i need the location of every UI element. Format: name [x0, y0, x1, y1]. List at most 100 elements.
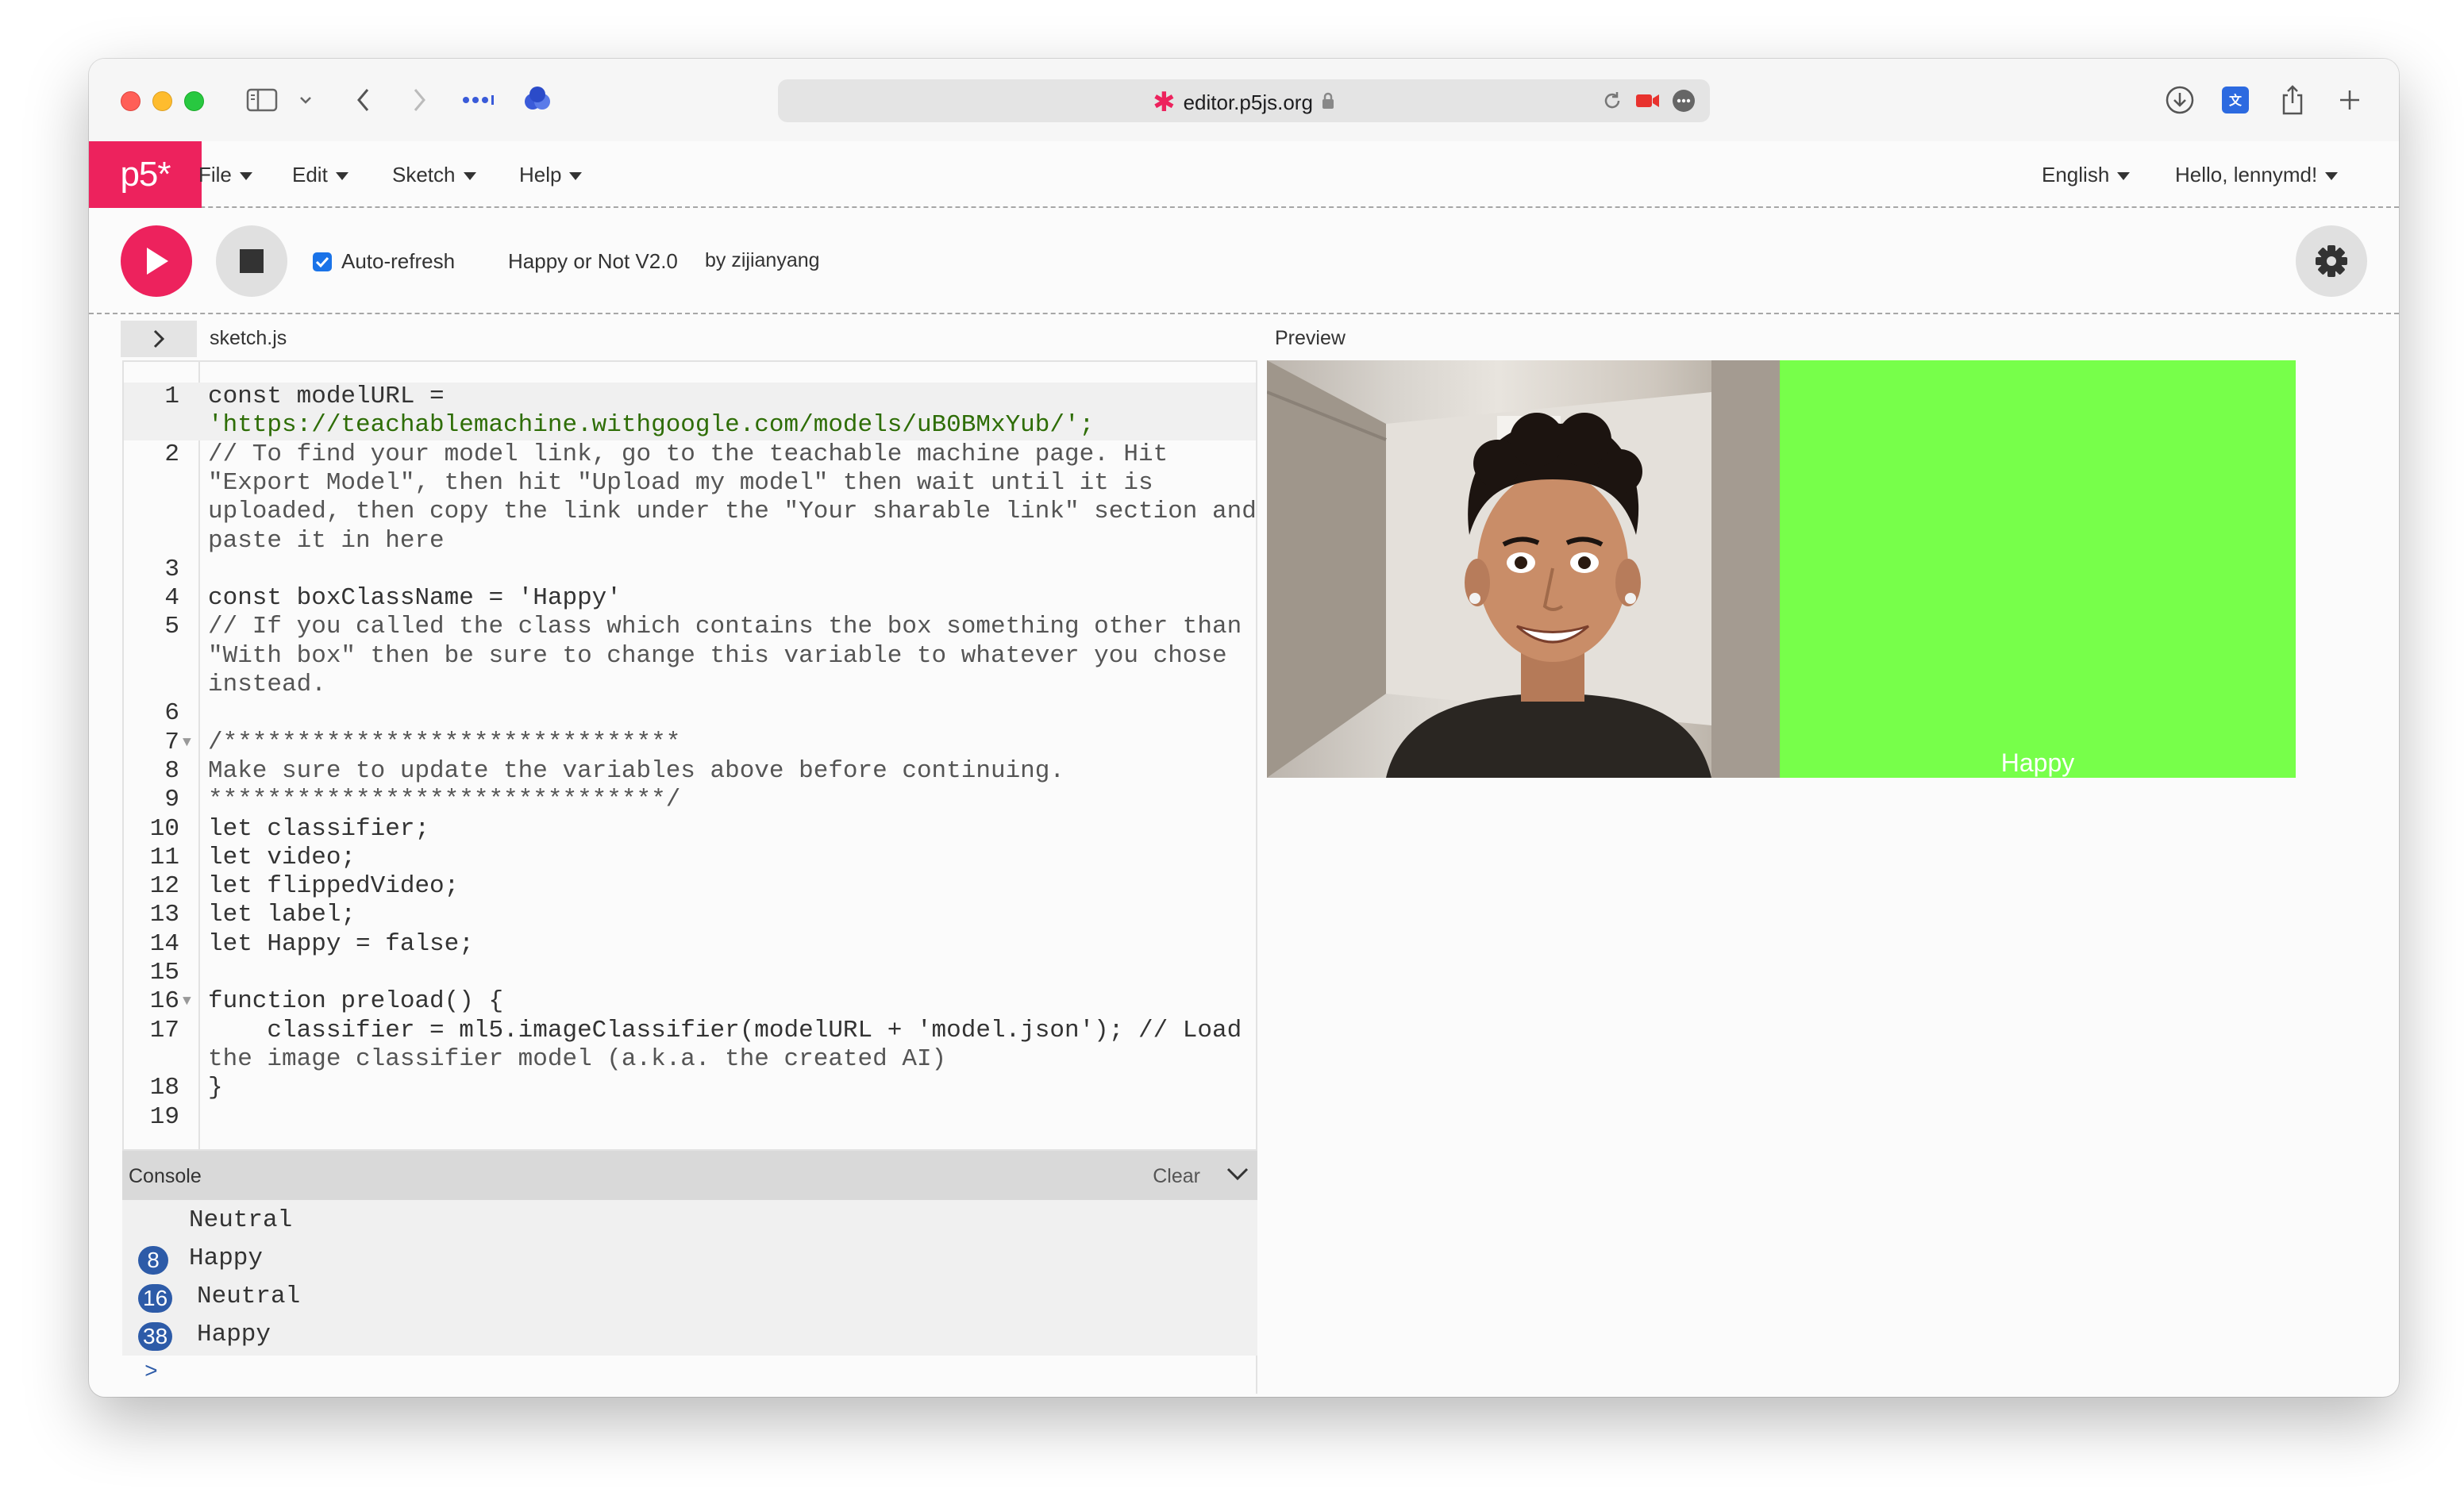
- back-icon[interactable]: [348, 83, 379, 117]
- code-line[interactable]: instead.: [124, 671, 1256, 699]
- extension-dots-icon[interactable]: [459, 83, 499, 117]
- language-menu[interactable]: English: [2042, 141, 2131, 208]
- play-button[interactable]: [121, 225, 192, 297]
- code-text: let video;: [208, 843, 356, 871]
- code-line[interactable]: "Export Model", then hit "Upload my mode…: [124, 469, 1256, 498]
- lock-icon: [1321, 81, 1335, 124]
- download-icon[interactable]: [2162, 83, 2197, 117]
- line-number: 9: [164, 786, 179, 814]
- collapse-console-icon[interactable]: [1226, 1165, 1249, 1187]
- code-text: classifier = ml5.imageClassifier(modelUR…: [208, 1016, 1242, 1044]
- close-window-button[interactable]: [121, 91, 141, 111]
- new-tab-icon[interactable]: [2332, 83, 2367, 117]
- preview-canvas[interactable]: Happy: [1267, 360, 2296, 778]
- auto-refresh-toggle[interactable]: Auto-refresh: [313, 249, 455, 274]
- line-number: 18: [149, 1074, 179, 1102]
- play-icon: [147, 248, 168, 275]
- menu-file[interactable]: File: [198, 141, 252, 208]
- code-editor[interactable]: 1 const modelURL ='https://teachablemachi…: [122, 360, 1257, 1151]
- svg-text:文: 文: [2229, 93, 2243, 108]
- stop-button[interactable]: [216, 225, 287, 297]
- code-text: Make sure to update the variables above …: [208, 756, 1065, 785]
- code-line[interactable]: 11 let video;: [124, 844, 1256, 872]
- code-line[interactable]: 7 ▼ /*******************************: [124, 729, 1256, 757]
- code-line[interactable]: the image classifier model (a.k.a. the c…: [124, 1045, 1256, 1074]
- code-line[interactable]: 3: [124, 556, 1256, 584]
- auto-refresh-checkbox[interactable]: [313, 252, 332, 271]
- forward-icon[interactable]: [403, 83, 435, 117]
- code-line[interactable]: 12 let flippedVideo;: [124, 872, 1256, 901]
- line-number: 3: [164, 555, 179, 583]
- console-count-badge: 8: [138, 1246, 168, 1275]
- expand-sidebar-button[interactable]: [121, 321, 197, 357]
- menu-edit[interactable]: Edit: [292, 141, 348, 208]
- chevron-right-icon: [153, 329, 165, 348]
- code-line[interactable]: paste it in here: [124, 527, 1256, 556]
- address-text: editor.p5js.org: [1183, 90, 1313, 115]
- line-number: 16: [149, 987, 179, 1016]
- code-text: // To find your model link, go to the te…: [208, 440, 1168, 468]
- code-text: const modelURL =: [208, 383, 445, 410]
- menu-help[interactable]: Help: [519, 141, 583, 208]
- code-line[interactable]: 'https://teachablemachine.withgoogle.com…: [124, 411, 1256, 440]
- user-menu[interactable]: Hello, lennymd!: [2175, 141, 2339, 208]
- code-text: paste it in here: [208, 526, 445, 555]
- stop-icon: [240, 249, 264, 273]
- code-text: let flippedVideo;: [208, 872, 460, 901]
- code-text: /*******************************: [208, 728, 681, 756]
- console-prompt: >: [144, 1360, 158, 1385]
- line-number: 14: [149, 929, 179, 958]
- minimize-window-button[interactable]: [152, 91, 172, 111]
- reload-icon[interactable]: [1602, 90, 1623, 115]
- code-line[interactable]: 6: [124, 699, 1256, 728]
- code-line[interactable]: 9 *******************************/: [124, 786, 1256, 814]
- menu-sketch[interactable]: Sketch: [392, 141, 476, 208]
- code-line[interactable]: 8 Make sure to update the variables above…: [124, 757, 1256, 786]
- fold-arrow-icon[interactable]: ▼: [183, 729, 191, 757]
- code-line[interactable]: 17 classifier = ml5.imageClassifier(mode…: [124, 1017, 1256, 1045]
- p5-logo[interactable]: p5*: [89, 141, 202, 208]
- sidebar-toggle-icon[interactable]: [244, 83, 279, 117]
- settings-button[interactable]: [2296, 225, 2367, 297]
- code-text: instead.: [208, 671, 326, 698]
- caret-down-icon: [335, 172, 348, 181]
- webcam-video: [1267, 360, 1781, 778]
- translate-extension-icon[interactable]: 文: [2218, 83, 2253, 117]
- code-line[interactable]: 18}: [124, 1074, 1256, 1102]
- console-count-badge: 16: [138, 1284, 173, 1313]
- code-text: uploaded, then copy the link under the "…: [208, 498, 1257, 526]
- code-line[interactable]: "With box" then be sure to change this v…: [124, 642, 1256, 671]
- console-input[interactable]: >: [122, 1356, 1257, 1394]
- line-number: 6: [164, 699, 179, 728]
- share-icon[interactable]: [2275, 83, 2310, 117]
- code-line[interactable]: 16 ▼ function preload() {: [124, 987, 1256, 1016]
- sketch-author[interactable]: by zijianyang: [705, 249, 820, 272]
- sketch-title[interactable]: Happy or Not V2.0: [508, 249, 678, 274]
- code-line[interactable]: 4 const boxClassName = 'Happy': [124, 584, 1256, 613]
- fold-arrow-icon[interactable]: ▼: [183, 987, 191, 1016]
- file-tab-sketch-js[interactable]: sketch.js: [210, 327, 287, 350]
- line-number: 2: [164, 440, 179, 468]
- caret-down-icon: [2117, 172, 2131, 181]
- zoom-window-button[interactable]: [184, 91, 204, 111]
- more-options-icon[interactable]: [1672, 89, 1696, 117]
- code-line[interactable]: 5 // If you called the class which contai…: [124, 613, 1256, 641]
- code-line[interactable]: 2 // To find your model link, go to the t…: [124, 440, 1256, 469]
- chevron-down-icon[interactable]: [294, 83, 318, 117]
- code-line[interactable]: 19: [124, 1103, 1256, 1132]
- code-line[interactable]: 14 let Happy = false;: [124, 930, 1256, 959]
- code-line[interactable]: 13 let label;: [124, 901, 1256, 929]
- code-line[interactable]: 15: [124, 959, 1256, 987]
- code-line[interactable]: uploaded, then copy the link under the "…: [124, 498, 1256, 526]
- happy-indicator-box: Happy: [1780, 360, 2296, 778]
- code-line[interactable]: 1 const modelURL =: [124, 383, 1256, 412]
- code-line[interactable]: 10 let classifier;: [124, 815, 1256, 844]
- webcam-person-image: [1267, 360, 1781, 778]
- extension-shield-icon[interactable]: [518, 83, 557, 117]
- address-bar[interactable]: ✱ editor.p5js.org: [778, 79, 1710, 122]
- sketch-toolbar: Auto-refresh Happy or Not V2.0 by zijian…: [89, 210, 2399, 314]
- code-text: let Happy = false;: [208, 929, 474, 958]
- console-clear-button[interactable]: Clear: [1153, 1165, 1200, 1188]
- camera-recording-icon[interactable]: [1635, 92, 1661, 113]
- line-number: 12: [149, 872, 179, 901]
